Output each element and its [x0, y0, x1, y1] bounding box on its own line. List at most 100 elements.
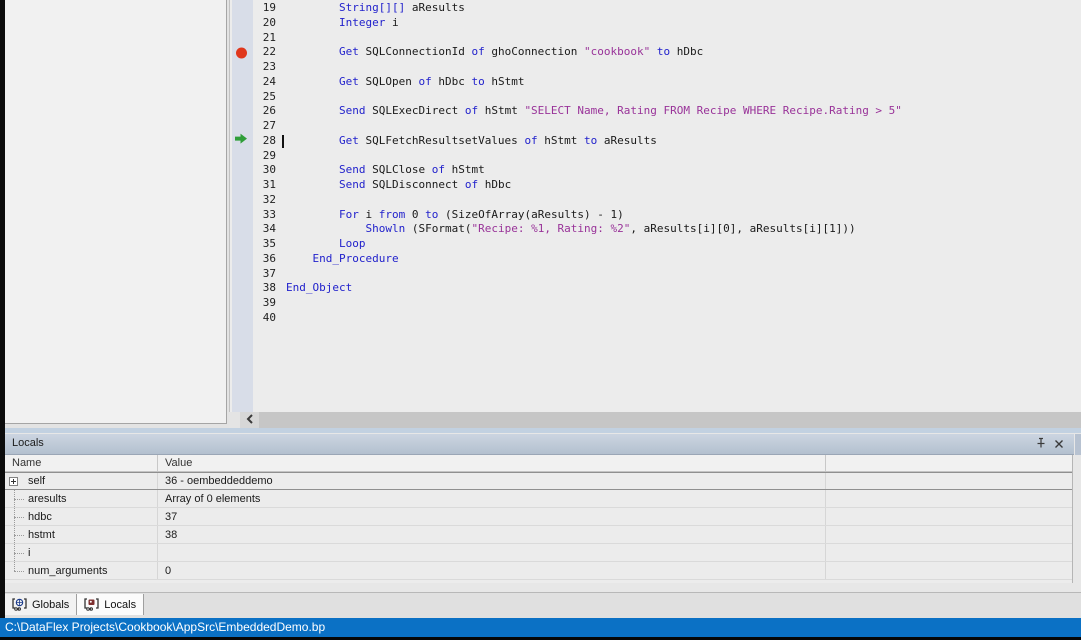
code-text[interactable]: Get SQLOpen of hDbc to hStmt [286, 75, 524, 90]
gutter-cell[interactable] [232, 296, 253, 311]
gutter-cell[interactable] [232, 178, 253, 193]
variable-name-cell[interactable]: i [5, 544, 158, 561]
code-line[interactable]: 32 [232, 193, 902, 208]
code-line[interactable]: 31 Send SQLDisconnect of hDbc [232, 178, 902, 193]
variable-name: hstmt [28, 529, 55, 541]
code-text[interactable]: Showln (SFormat("Recipe: %1, Rating: %2"… [286, 222, 856, 237]
locals-titlebar[interactable]: Locals [5, 434, 1074, 455]
code-text[interactable]: Send SQLDisconnect of hDbc [286, 178, 511, 193]
gutter-cell[interactable] [232, 31, 253, 46]
code-line[interactable]: 33 For i from 0 to (SizeOfArray(aResults… [232, 208, 902, 223]
tab-label: Globals [32, 599, 69, 611]
locals-row[interactable]: aresultsArray of 0 elements [5, 490, 1072, 508]
variable-name: hdbc [28, 511, 52, 523]
locals-row[interactable]: i [5, 544, 1072, 562]
code-line[interactable]: 30 Send SQLClose of hStmt [232, 163, 902, 178]
code-line[interactable]: 22 Get SQLConnectionId of ghoConnection … [232, 45, 902, 60]
code-line[interactable]: 39 [232, 296, 902, 311]
gutter-cell[interactable] [232, 193, 253, 208]
code-line[interactable]: 38End_Object [232, 281, 902, 296]
code-line[interactable]: 40 [232, 311, 902, 326]
gutter-cell[interactable] [232, 222, 253, 237]
code-text[interactable]: For i from 0 to (SizeOfArray(aResults) -… [286, 208, 624, 223]
gutter-cell[interactable] [232, 104, 253, 119]
line-number: 20 [253, 16, 279, 31]
code-line[interactable]: 26 Send SQLExecDirect of hStmt "SELECT N… [232, 104, 902, 119]
locals-row[interactable]: hdbc 37 [5, 508, 1072, 526]
variable-value[interactable]: 38 [158, 526, 826, 543]
column-header-name[interactable]: Name [5, 455, 158, 471]
gutter-cell[interactable] [232, 237, 253, 252]
code-text[interactable]: Integer i [286, 16, 399, 31]
locals-grid: Name Value self 36 - oembeddeddemoaresult… [5, 455, 1073, 583]
pin-button[interactable] [1034, 438, 1048, 452]
code-line[interactable]: 36 End_Procedure [232, 252, 902, 267]
code-line[interactable]: 37 [232, 267, 902, 282]
code-line[interactable]: 19 String[][] aResults [232, 1, 902, 16]
variable-name-cell[interactable]: num_arguments [5, 562, 158, 579]
code-editor[interactable]: 19 String[][] aResults20 Integer i2122 G… [229, 0, 1081, 412]
code-line[interactable]: 35 Loop [232, 237, 902, 252]
gutter-cell[interactable] [232, 119, 253, 134]
variable-value[interactable]: 0 [158, 562, 826, 579]
code-text[interactable]: End_Object [286, 281, 352, 296]
gutter-cell[interactable] [232, 90, 253, 105]
code-line[interactable]: 29 [232, 149, 902, 164]
variable-value[interactable]: Array of 0 elements [158, 490, 826, 507]
scroll-left-button[interactable] [240, 412, 259, 428]
code-line[interactable]: 20 Integer i [232, 16, 902, 31]
line-number: 34 [253, 222, 279, 237]
gutter-cell[interactable] [232, 163, 253, 178]
code-line[interactable]: 27 [232, 119, 902, 134]
breakpoint-icon[interactable] [236, 47, 247, 58]
code-text[interactable]: End_Procedure [286, 252, 399, 267]
gutter-cell[interactable] [232, 267, 253, 282]
gutter-cell[interactable] [232, 281, 253, 296]
locals-row[interactable]: hstmt 38 [5, 526, 1072, 544]
code-text[interactable]: Loop [286, 237, 365, 252]
scrollbar-track[interactable] [259, 412, 1081, 428]
gutter-cell[interactable] [232, 16, 253, 31]
close-button[interactable] [1052, 438, 1066, 452]
status-bar: C:\DataFlex Projects\Cookbook\AppSrc\Emb… [0, 618, 1081, 637]
variable-value[interactable]: 36 - oembeddeddemo [158, 473, 826, 489]
gutter-cell[interactable] [232, 149, 253, 164]
code-area[interactable]: 19 String[][] aResults20 Integer i2122 G… [232, 1, 902, 326]
code-line[interactable]: 23 [232, 60, 902, 75]
tab-locals[interactable]: Locals [77, 594, 144, 615]
gutter-cell[interactable] [232, 75, 253, 90]
gutter-cell[interactable] [232, 45, 253, 60]
code-text[interactable]: Send SQLClose of hStmt [286, 163, 485, 178]
code-line[interactable]: 21 [232, 31, 902, 46]
tree-expand-button[interactable] [9, 477, 18, 489]
code-line[interactable]: 24 Get SQLOpen of hDbc to hStmt [232, 75, 902, 90]
gutter-cell[interactable] [232, 134, 253, 149]
gutter-cell[interactable] [232, 252, 253, 267]
variable-name-cell[interactable]: hstmt [5, 526, 158, 543]
code-text[interactable]: String[][] aResults [286, 1, 465, 16]
code-text[interactable]: Get SQLFetchResultsetValues of hStmt to … [286, 134, 657, 149]
variable-name: self [28, 475, 45, 487]
horizontal-scrollbar[interactable] [229, 412, 1081, 428]
side-panel[interactable] [5, 0, 227, 424]
locals-row[interactable]: num_arguments0 [5, 562, 1072, 580]
code-line[interactable]: 28 Get SQLFetchResultsetValues of hStmt … [232, 134, 902, 149]
variable-name: i [28, 547, 30, 559]
gutter-cell[interactable] [232, 208, 253, 223]
gutter-cell[interactable] [232, 60, 253, 75]
line-number: 26 [253, 104, 279, 119]
gutter-cell[interactable] [232, 1, 253, 16]
code-line[interactable]: 34 Showln (SFormat("Recipe: %1, Rating: … [232, 222, 902, 237]
variable-name-cell[interactable]: aresults [5, 490, 158, 507]
code-line[interactable]: 25 [232, 90, 902, 105]
column-header-value[interactable]: Value [158, 455, 826, 471]
variable-name-cell[interactable]: hdbc [5, 508, 158, 525]
locals-row[interactable]: self 36 - oembeddeddemo [5, 472, 1072, 490]
code-text[interactable]: Send SQLExecDirect of hStmt "SELECT Name… [286, 104, 902, 119]
tab-globals[interactable]: Globals [5, 594, 77, 615]
gutter-cell[interactable] [232, 311, 253, 326]
variable-value[interactable] [158, 544, 826, 561]
code-text[interactable]: Get SQLConnectionId of ghoConnection "co… [286, 45, 703, 60]
variable-name-cell[interactable]: self [5, 473, 158, 489]
variable-value[interactable]: 37 [158, 508, 826, 525]
